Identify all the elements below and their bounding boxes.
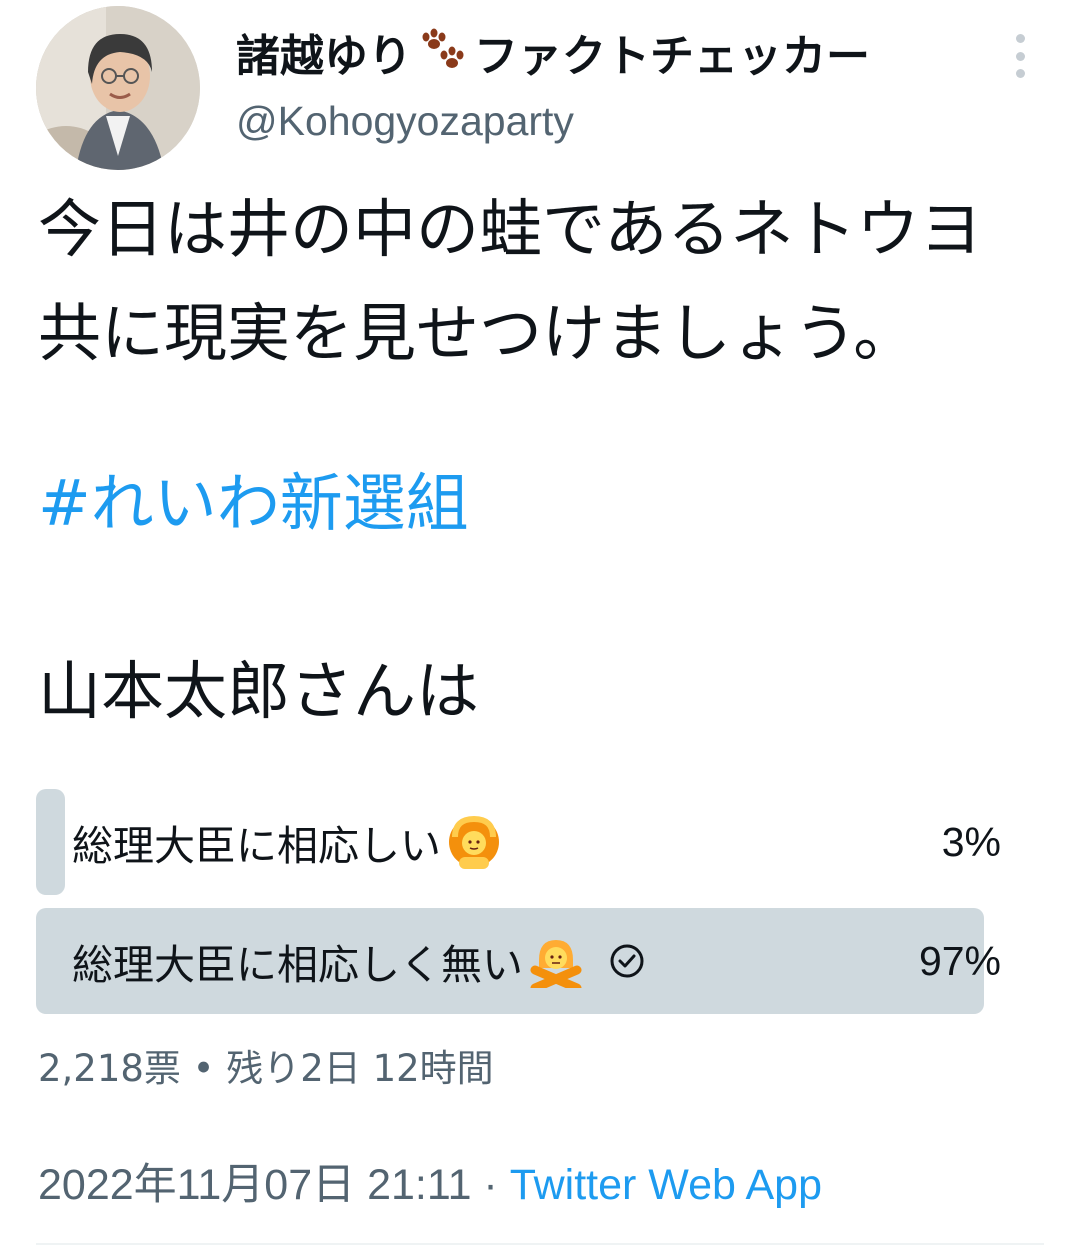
author-name-row[interactable]: 諸越ゆり ファクトチェッカー [236,20,870,84]
poll-option-2-label: 総理大臣に相応しく無い [72,941,523,989]
tweet-source-link[interactable]: Twitter Web App [510,1161,822,1209]
poll-option-1-label: 総理大臣に相応しい [72,822,441,870]
person-gesturing-ok-icon [449,815,499,869]
poll-option-2-percent: 97% [918,937,1001,984]
divider [36,1243,1044,1245]
selected-check-icon [610,944,644,978]
poll-option-1: 総理大臣に相応しい 3% [36,789,1013,895]
tweet-timestamp[interactable]: 2022年11月07日 21:11 · [38,1161,498,1209]
author-display-name: 諸越ゆり [236,31,412,82]
poll-question: 山本太郎さんは [38,655,479,728]
avatar-photo [36,6,200,170]
person-gesturing-no-icon [530,940,582,988]
hashtag-link[interactable]: #れいわ新選組 [38,452,469,556]
poll-option-1-bar [36,789,66,895]
tweet-timestamp-row: 2022年11月07日 21:11 · Twitter Web App [38,1150,822,1212]
poll-option-2: 総理大臣に相応しく無い 97% [36,908,1013,1014]
author-handle[interactable]: @Kohogyozaparty [236,98,574,145]
author-avatar[interactable] [36,6,200,170]
poll-option-1-percent: 3% [941,818,1001,865]
poll-meta: 2,218票 • 残り2日 12時間 [38,1047,494,1090]
more-options-icon[interactable] [1008,34,1032,78]
tweet-text: 今日は井の中の蛙であるネトウヨ共に現実を見せつけましょう。 [38,193,983,370]
paw-prints-icon [422,28,464,68]
author-name-suffix: ファクトチェッカー [474,31,870,82]
